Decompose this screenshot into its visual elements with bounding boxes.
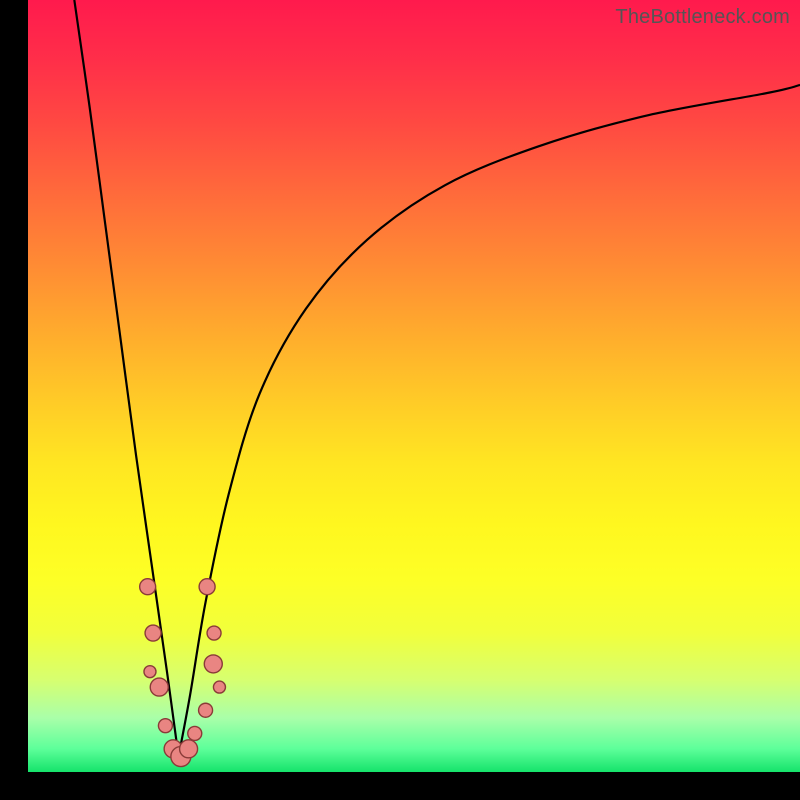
data-point — [158, 719, 172, 733]
data-point — [199, 579, 215, 595]
data-point — [145, 625, 161, 641]
data-point — [207, 626, 221, 640]
data-point — [213, 681, 225, 693]
curve-left — [74, 0, 178, 757]
data-point — [180, 740, 198, 758]
data-point — [204, 655, 222, 673]
plot-area: TheBottleneck.com — [28, 0, 800, 772]
curve-right — [179, 85, 800, 757]
data-point — [188, 726, 202, 740]
data-point — [140, 579, 156, 595]
chart-svg — [28, 0, 800, 772]
chart-frame: TheBottleneck.com — [0, 0, 800, 800]
data-point — [144, 666, 156, 678]
data-point — [199, 703, 213, 717]
data-point — [150, 678, 168, 696]
